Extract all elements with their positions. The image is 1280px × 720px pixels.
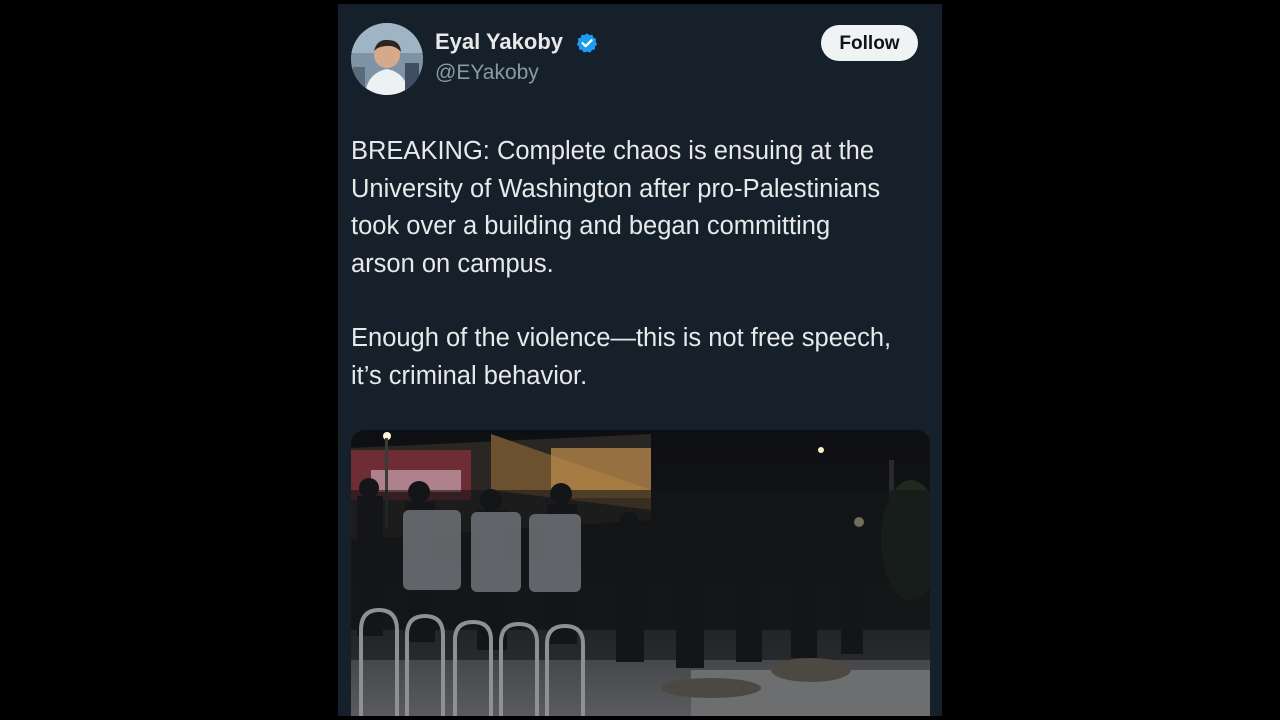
- author-handle[interactable]: @EYakoby: [435, 61, 539, 85]
- verified-badge-icon: [576, 33, 598, 53]
- tweet-text-paragraph-1: BREAKING: Complete chaos is ensuing at t…: [351, 137, 881, 278]
- avatar[interactable]: [351, 23, 423, 95]
- author-display-name[interactable]: Eyal Yakoby: [435, 29, 563, 55]
- page: Eyal Yakoby @EYakoby Follow BREAKING: Co…: [0, 0, 1280, 720]
- tweet-text-paragraph-2: Enough of the violence—this is not free …: [351, 324, 892, 390]
- tweet-media-photo[interactable]: [351, 430, 930, 716]
- tweet-card: Eyal Yakoby @EYakoby Follow BREAKING: Co…: [338, 4, 942, 716]
- follow-button[interactable]: Follow: [821, 25, 918, 61]
